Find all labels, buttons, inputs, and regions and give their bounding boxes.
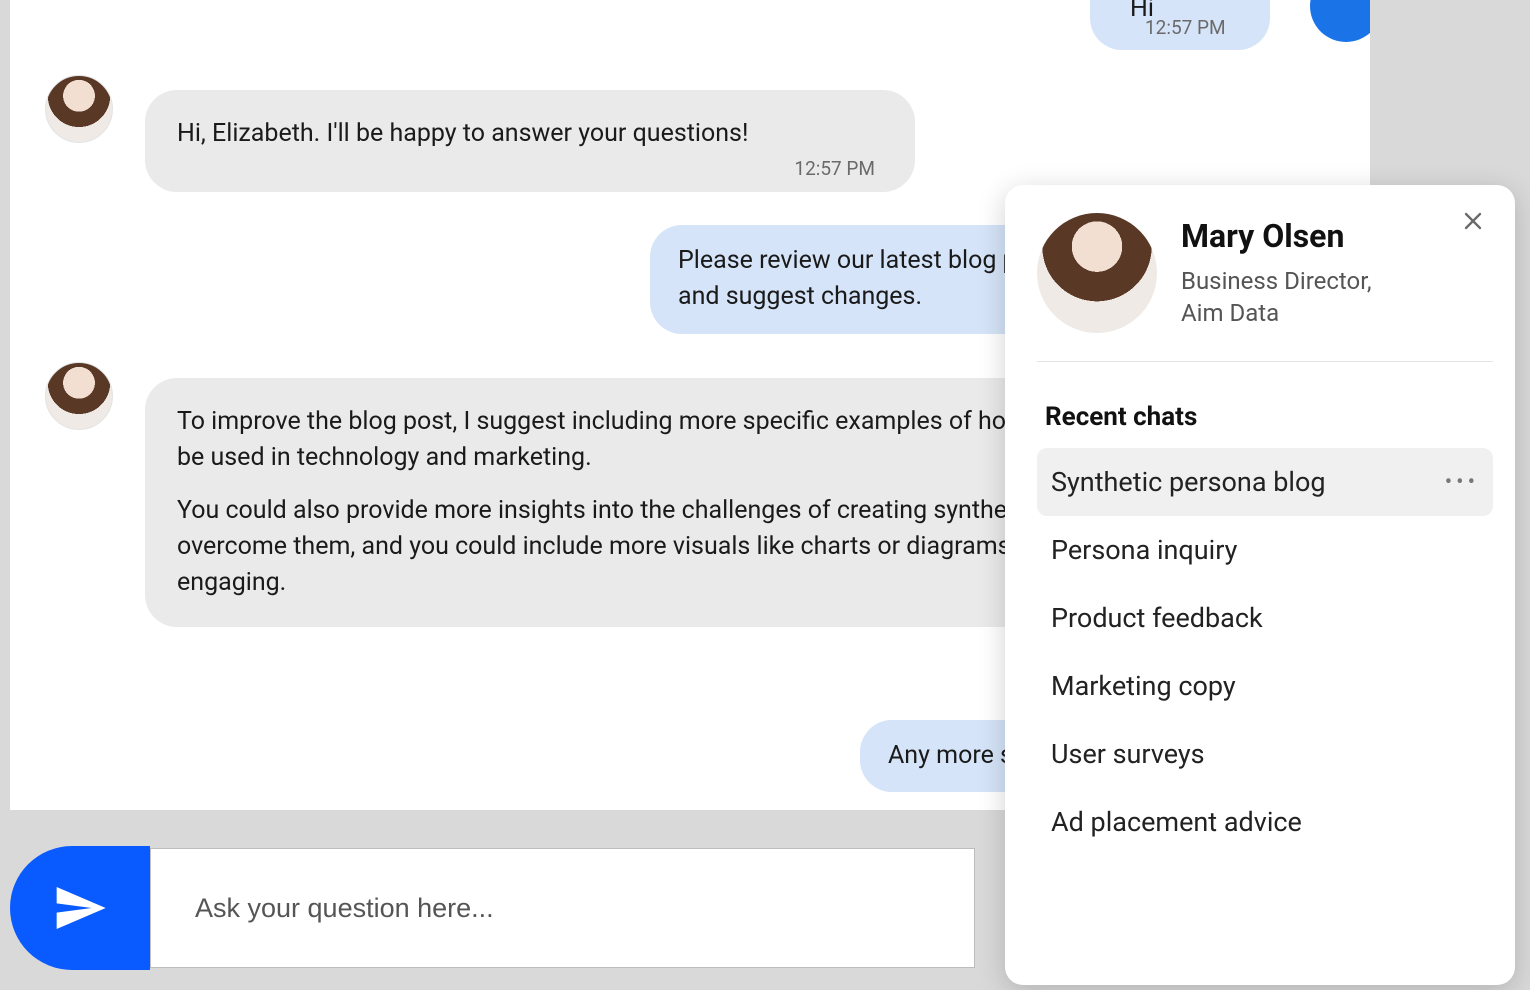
contact-role: Business Director, Aim Data: [1181, 265, 1372, 330]
outgoing-message-bubble: Hi 12:57 PM: [1090, 0, 1270, 50]
recent-chats-heading: Recent chats: [1037, 402, 1493, 432]
recent-chat-label: Marketing copy: [1051, 670, 1236, 702]
composer-input-container: [150, 848, 975, 968]
contact-panel: Mary Olsen Business Director, Aim Data R…: [1005, 185, 1515, 985]
recent-chat-item[interactable]: Synthetic persona blog •••: [1037, 448, 1493, 516]
recent-chat-item[interactable]: Ad placement advice: [1037, 788, 1493, 856]
message-text: Hi, Elizabeth. I'll be happy to answer y…: [177, 119, 748, 148]
contact-info: Mary Olsen Business Director, Aim Data: [1181, 217, 1372, 330]
close-button[interactable]: [1459, 207, 1489, 237]
recent-chat-item[interactable]: Marketing copy: [1037, 652, 1493, 720]
contact-header: Mary Olsen Business Director, Aim Data: [1037, 213, 1493, 362]
recent-chat-item[interactable]: Persona inquiry: [1037, 516, 1493, 584]
recent-chat-label: Synthetic persona blog: [1051, 466, 1326, 498]
recent-chat-item[interactable]: User surveys: [1037, 720, 1493, 788]
message-timestamp: 12:57 PM: [1145, 16, 1226, 39]
recent-chat-item[interactable]: Product feedback: [1037, 584, 1493, 652]
recent-chat-label: User surveys: [1051, 738, 1205, 770]
user-avatar: [1310, 0, 1370, 42]
send-icon: [52, 880, 108, 936]
agent-avatar: [45, 362, 113, 430]
contact-avatar: [1037, 213, 1157, 333]
recent-chat-label: Persona inquiry: [1051, 534, 1237, 566]
message-input[interactable]: [195, 893, 930, 924]
recent-chat-label: Ad placement advice: [1051, 806, 1302, 838]
send-button[interactable]: [10, 846, 150, 970]
contact-name: Mary Olsen: [1181, 217, 1372, 255]
incoming-message-bubble: Hi, Elizabeth. I'll be happy to answer y…: [145, 90, 915, 192]
message-composer: [10, 848, 975, 968]
agent-avatar: [45, 75, 113, 143]
message-timestamp: 12:57 PM: [794, 155, 875, 183]
close-icon: [1459, 207, 1487, 235]
recent-chat-label: Product feedback: [1051, 602, 1263, 634]
more-icon[interactable]: •••: [1445, 470, 1479, 495]
